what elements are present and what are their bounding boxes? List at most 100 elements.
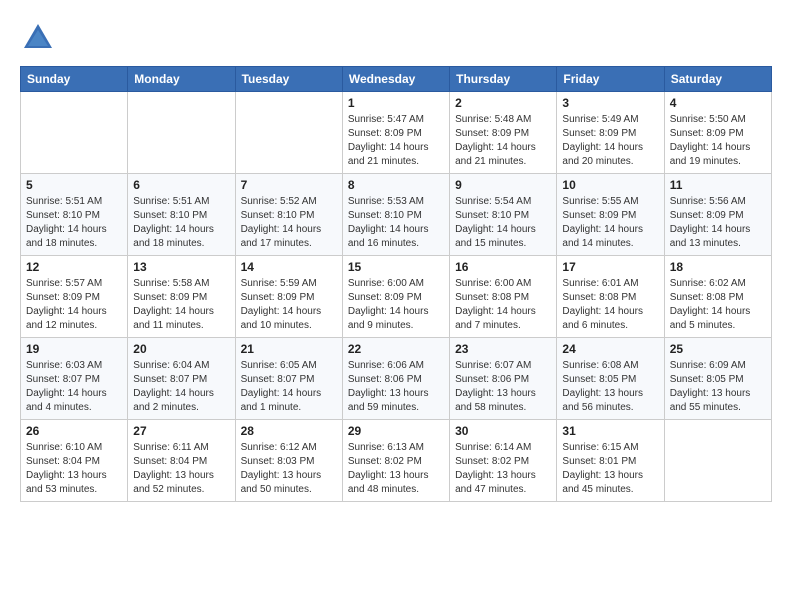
weekday-header-monday: Monday: [128, 67, 235, 92]
day-number: 8: [348, 178, 444, 192]
day-number: 11: [670, 178, 766, 192]
day-number: 2: [455, 96, 551, 110]
day-info: Sunrise: 5:54 AM Sunset: 8:10 PM Dayligh…: [455, 195, 551, 251]
day-number: 7: [241, 178, 337, 192]
day-number: 10: [562, 178, 658, 192]
page-header: [20, 20, 772, 56]
day-info: Sunrise: 5:56 AM Sunset: 8:09 PM Dayligh…: [670, 195, 766, 251]
day-number: 4: [670, 96, 766, 110]
weekday-header-row: SundayMondayTuesdayWednesdayThursdayFrid…: [21, 67, 772, 92]
calendar-cell: 7 Sunrise: 5:52 AM Sunset: 8:10 PM Daylig…: [235, 174, 342, 256]
calendar-cell: 3Sunrise: 5:49 AM Sunset: 8:09 PM Daylig…: [557, 92, 664, 174]
day-number: 15: [348, 260, 444, 274]
logo-icon: [20, 20, 56, 56]
day-number: 31: [562, 424, 658, 438]
calendar-cell: 22 Sunrise: 6:06 AM Sunset: 8:06 PM Dayli…: [342, 338, 449, 420]
day-info: Sunrise: 6:13 AM Sunset: 8:02 PM Dayligh…: [348, 441, 444, 497]
day-info: Sunrise: 6:14 AM Sunset: 8:02 PM Dayligh…: [455, 441, 551, 497]
day-info: Sunrise: 6:00 AM Sunset: 8:08 PM Dayligh…: [455, 277, 551, 333]
calendar-cell: 30 Sunrise: 6:14 AM Sunset: 8:02 PM Dayli…: [450, 420, 557, 502]
week-row-2: 5 Sunrise: 5:51 AM Sunset: 8:10 PM Daylig…: [21, 174, 772, 256]
day-info: Sunrise: 5:47 AM Sunset: 8:09 PM Dayligh…: [348, 113, 444, 169]
day-info: Sunrise: 5:55 AM Sunset: 8:09 PM Dayligh…: [562, 195, 658, 251]
calendar-cell: [664, 420, 771, 502]
day-number: 21: [241, 342, 337, 356]
day-info: Sunrise: 5:50 AM Sunset: 8:09 PM Dayligh…: [670, 113, 766, 169]
day-info: Sunrise: 5:53 AM Sunset: 8:10 PM Dayligh…: [348, 195, 444, 251]
calendar-cell: [128, 92, 235, 174]
calendar-cell: 19Sunrise: 6:03 AM Sunset: 8:07 PM Dayli…: [21, 338, 128, 420]
calendar-cell: 5 Sunrise: 5:51 AM Sunset: 8:10 PM Daylig…: [21, 174, 128, 256]
day-info: Sunrise: 5:51 AM Sunset: 8:10 PM Dayligh…: [26, 195, 122, 251]
calendar-cell: 12Sunrise: 5:57 AM Sunset: 8:09 PM Dayli…: [21, 256, 128, 338]
day-info: Sunrise: 5:58 AM Sunset: 8:09 PM Dayligh…: [133, 277, 229, 333]
calendar-cell: 24 Sunrise: 6:08 AM Sunset: 8:05 PM Dayli…: [557, 338, 664, 420]
calendar-cell: 20Sunrise: 6:04 AM Sunset: 8:07 PM Dayli…: [128, 338, 235, 420]
week-row-4: 19Sunrise: 6:03 AM Sunset: 8:07 PM Dayli…: [21, 338, 772, 420]
calendar-cell: 14 Sunrise: 5:59 AM Sunset: 8:09 PM Dayli…: [235, 256, 342, 338]
calendar-cell: 13 Sunrise: 5:58 AM Sunset: 8:09 PM Dayli…: [128, 256, 235, 338]
calendar-cell: 9Sunrise: 5:54 AM Sunset: 8:10 PM Daylig…: [450, 174, 557, 256]
weekday-header-sunday: Sunday: [21, 67, 128, 92]
day-info: Sunrise: 6:03 AM Sunset: 8:07 PM Dayligh…: [26, 359, 122, 415]
day-info: Sunrise: 6:12 AM Sunset: 8:03 PM Dayligh…: [241, 441, 337, 497]
day-number: 17: [562, 260, 658, 274]
day-info: Sunrise: 6:00 AM Sunset: 8:09 PM Dayligh…: [348, 277, 444, 333]
day-info: Sunrise: 6:02 AM Sunset: 8:08 PM Dayligh…: [670, 277, 766, 333]
calendar-cell: 10 Sunrise: 5:55 AM Sunset: 8:09 PM Dayli…: [557, 174, 664, 256]
calendar-cell: 8 Sunrise: 5:53 AM Sunset: 8:10 PM Daylig…: [342, 174, 449, 256]
calendar-cell: 27 Sunrise: 6:11 AM Sunset: 8:04 PM Dayli…: [128, 420, 235, 502]
day-info: Sunrise: 5:51 AM Sunset: 8:10 PM Dayligh…: [133, 195, 229, 251]
calendar-cell: [21, 92, 128, 174]
weekday-header-friday: Friday: [557, 67, 664, 92]
day-number: 24: [562, 342, 658, 356]
day-number: 6: [133, 178, 229, 192]
calendar-cell: 21Sunrise: 6:05 AM Sunset: 8:07 PM Dayli…: [235, 338, 342, 420]
day-info: Sunrise: 6:07 AM Sunset: 8:06 PM Dayligh…: [455, 359, 551, 415]
day-number: 5: [26, 178, 122, 192]
day-info: Sunrise: 5:48 AM Sunset: 8:09 PM Dayligh…: [455, 113, 551, 169]
weekday-header-thursday: Thursday: [450, 67, 557, 92]
day-number: 25: [670, 342, 766, 356]
weekday-header-saturday: Saturday: [664, 67, 771, 92]
week-row-5: 26 Sunrise: 6:10 AM Sunset: 8:04 PM Dayli…: [21, 420, 772, 502]
day-number: 23: [455, 342, 551, 356]
day-number: 30: [455, 424, 551, 438]
day-info: Sunrise: 5:52 AM Sunset: 8:10 PM Dayligh…: [241, 195, 337, 251]
day-info: Sunrise: 6:15 AM Sunset: 8:01 PM Dayligh…: [562, 441, 658, 497]
day-number: 22: [348, 342, 444, 356]
calendar-cell: 31 Sunrise: 6:15 AM Sunset: 8:01 PM Dayli…: [557, 420, 664, 502]
weekday-header-tuesday: Tuesday: [235, 67, 342, 92]
calendar-cell: 4 Sunrise: 5:50 AM Sunset: 8:09 PM Daylig…: [664, 92, 771, 174]
day-info: Sunrise: 6:10 AM Sunset: 8:04 PM Dayligh…: [26, 441, 122, 497]
day-number: 14: [241, 260, 337, 274]
day-info: Sunrise: 6:04 AM Sunset: 8:07 PM Dayligh…: [133, 359, 229, 415]
calendar-cell: 11 Sunrise: 5:56 AM Sunset: 8:09 PM Dayli…: [664, 174, 771, 256]
calendar-cell: 28 Sunrise: 6:12 AM Sunset: 8:03 PM Dayli…: [235, 420, 342, 502]
day-number: 26: [26, 424, 122, 438]
day-number: 28: [241, 424, 337, 438]
week-row-1: 1 Sunrise: 5:47 AM Sunset: 8:09 PM Daylig…: [21, 92, 772, 174]
day-number: 18: [670, 260, 766, 274]
day-info: Sunrise: 6:08 AM Sunset: 8:05 PM Dayligh…: [562, 359, 658, 415]
day-info: Sunrise: 5:49 AM Sunset: 8:09 PM Dayligh…: [562, 113, 658, 169]
calendar-cell: 23 Sunrise: 6:07 AM Sunset: 8:06 PM Dayli…: [450, 338, 557, 420]
logo: [20, 20, 60, 56]
day-info: Sunrise: 5:59 AM Sunset: 8:09 PM Dayligh…: [241, 277, 337, 333]
day-number: 13: [133, 260, 229, 274]
day-number: 29: [348, 424, 444, 438]
day-info: Sunrise: 6:11 AM Sunset: 8:04 PM Dayligh…: [133, 441, 229, 497]
day-info: Sunrise: 6:06 AM Sunset: 8:06 PM Dayligh…: [348, 359, 444, 415]
day-info: Sunrise: 5:57 AM Sunset: 8:09 PM Dayligh…: [26, 277, 122, 333]
calendar-cell: 16 Sunrise: 6:00 AM Sunset: 8:08 PM Dayli…: [450, 256, 557, 338]
day-number: 1: [348, 96, 444, 110]
calendar-cell: 2 Sunrise: 5:48 AM Sunset: 8:09 PM Daylig…: [450, 92, 557, 174]
calendar-cell: 17Sunrise: 6:01 AM Sunset: 8:08 PM Dayli…: [557, 256, 664, 338]
day-number: 16: [455, 260, 551, 274]
day-number: 27: [133, 424, 229, 438]
calendar-cell: [235, 92, 342, 174]
calendar-table: SundayMondayTuesdayWednesdayThursdayFrid…: [20, 66, 772, 502]
calendar-cell: 1 Sunrise: 5:47 AM Sunset: 8:09 PM Daylig…: [342, 92, 449, 174]
weekday-header-wednesday: Wednesday: [342, 67, 449, 92]
calendar-cell: 29 Sunrise: 6:13 AM Sunset: 8:02 PM Dayli…: [342, 420, 449, 502]
